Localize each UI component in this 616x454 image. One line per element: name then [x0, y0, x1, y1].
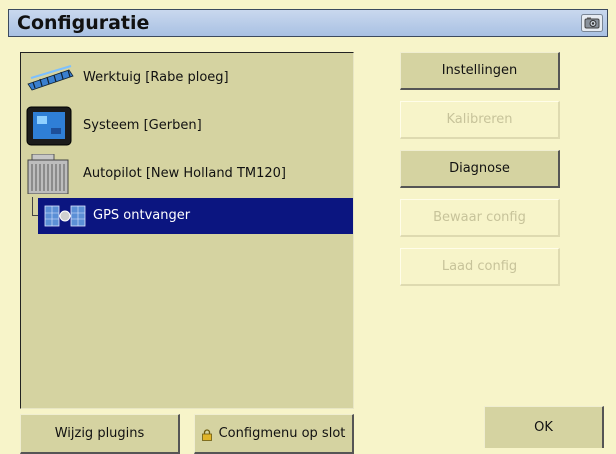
tree-item-label: GPS ontvanger	[93, 208, 191, 223]
save-config-button[interactable]: Bewaar config	[400, 199, 560, 237]
tree-item-autopilot[interactable]: Autopilot [New Holland TM120]	[21, 151, 353, 197]
display-terminal-icon	[26, 106, 72, 146]
tree-item-label: Systeem [Gerben]	[83, 118, 202, 133]
calibrate-button[interactable]: Kalibreren	[400, 101, 560, 139]
window-title: Configuratie	[17, 12, 150, 34]
satellite-icon	[44, 205, 86, 227]
tree-item-system[interactable]: Systeem [Gerben]	[21, 103, 353, 149]
lock-icon	[201, 428, 212, 441]
title-bar: Configuratie	[8, 9, 608, 37]
tree-item-label: Autopilot [New Holland TM120]	[83, 166, 286, 181]
diagnose-button[interactable]: Diagnose	[400, 150, 560, 188]
tree-item-implement[interactable]: Werktuig [Rabe ploeg]	[21, 55, 353, 101]
camera-icon[interactable]	[581, 14, 603, 32]
config-tree[interactable]: Werktuig [Rabe ploeg] Systeem [Gerben] A…	[20, 52, 354, 409]
settings-button[interactable]: Instellingen	[400, 52, 560, 90]
autopilot-module-icon	[27, 154, 69, 194]
lock-config-menu-button[interactable]: Configmenu op slot	[194, 414, 354, 454]
load-config-button[interactable]: Laad config	[400, 248, 560, 286]
tree-item-gps-receiver[interactable]: GPS ontvanger	[38, 198, 353, 234]
lock-config-label: Configmenu op slot	[218, 426, 346, 441]
implement-icon	[27, 65, 74, 91]
change-plugins-button[interactable]: Wijzig plugins	[20, 414, 180, 454]
tree-item-label: Werktuig [Rabe ploeg]	[83, 70, 229, 85]
ok-button[interactable]: OK	[484, 406, 604, 448]
